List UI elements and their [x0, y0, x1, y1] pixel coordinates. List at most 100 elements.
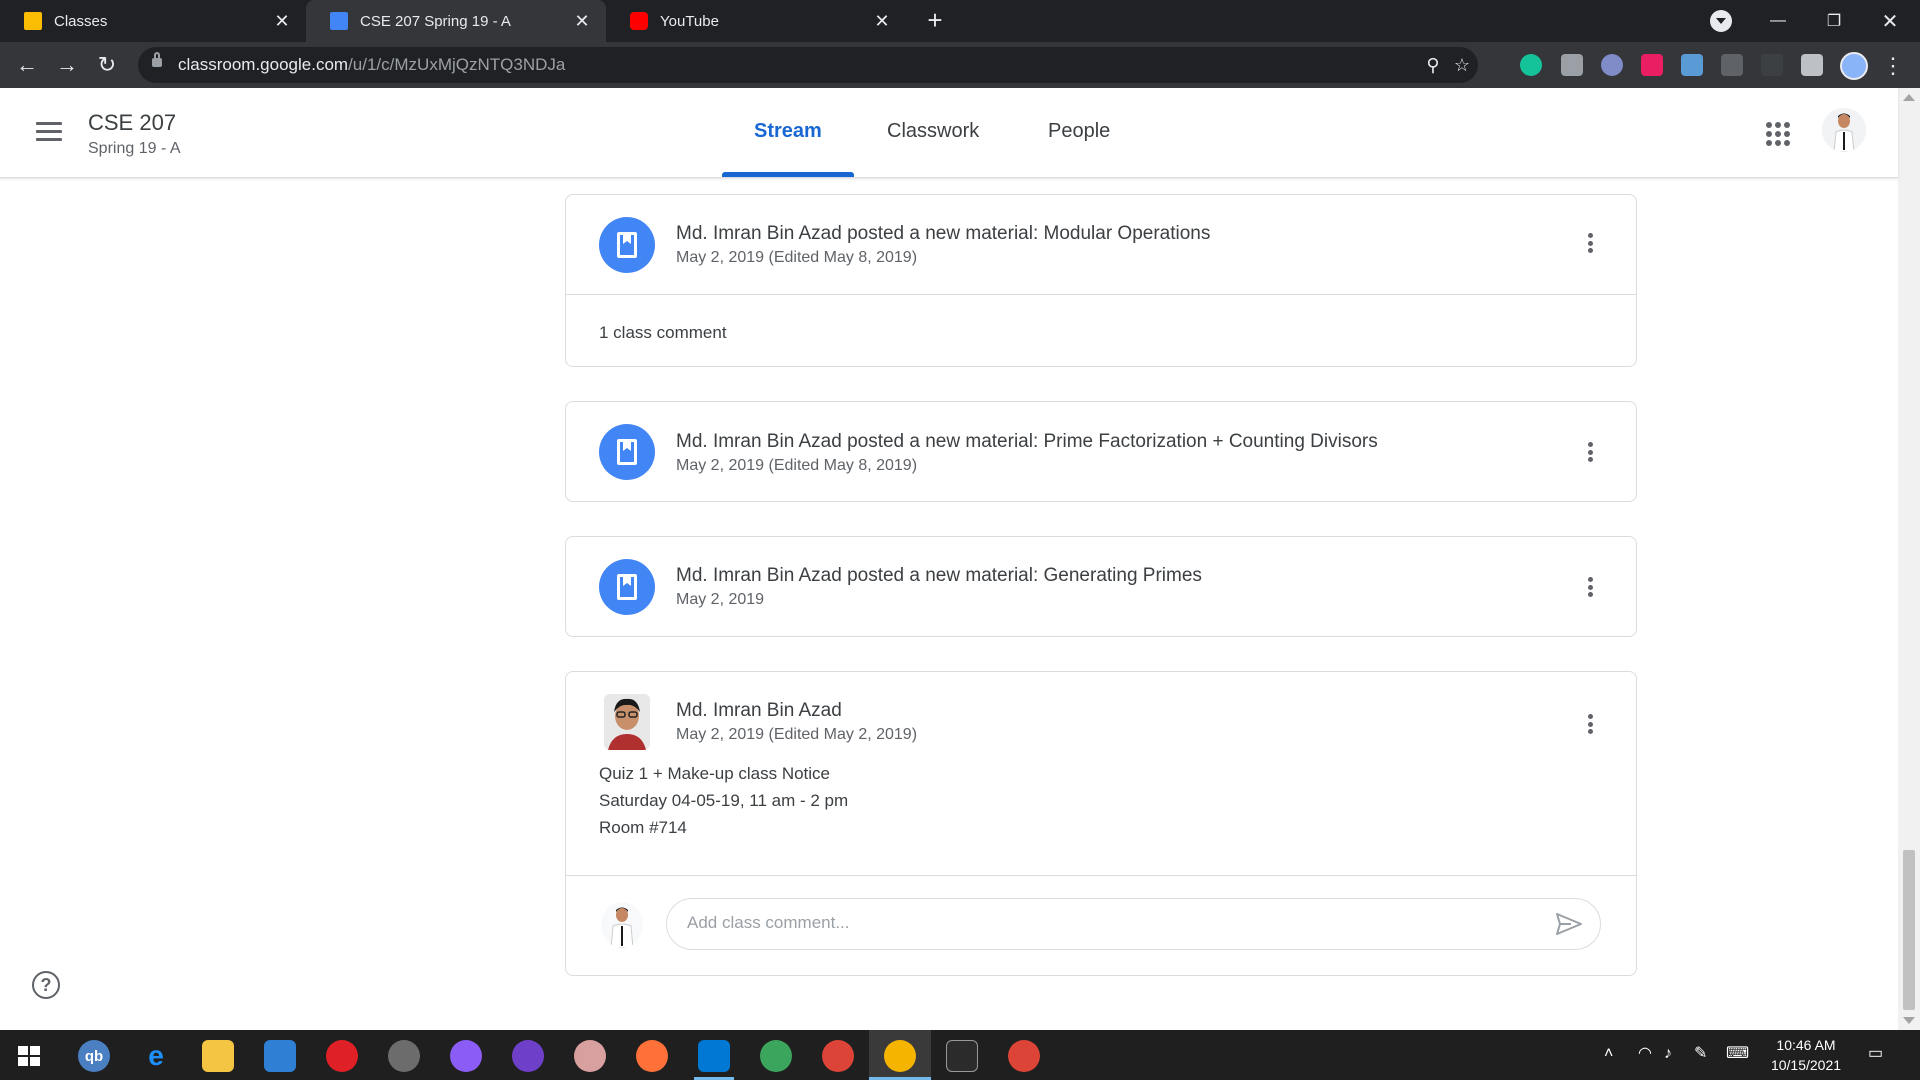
forward-icon[interactable]: →: [52, 50, 82, 80]
windows-taskbar: qb e ˄ ◠ ♪ ✎ ⌨ 10:46 AM 10/15/2021 ▭: [0, 1030, 1920, 1080]
close-icon[interactable]: ✕: [572, 11, 592, 31]
chevron-up-icon[interactable]: ˄: [1604, 1044, 1613, 1064]
notification-icon[interactable]: ▭: [1868, 1044, 1883, 1064]
browser-tab-cse207[interactable]: CSE 207 Spring 19 - A ✕: [306, 0, 606, 42]
keyboard-icon[interactable]: ⌨: [1726, 1044, 1749, 1064]
page-scrollbar[interactable]: [1898, 88, 1920, 1030]
announcement-text-line: Room #714: [599, 818, 687, 837]
help-icon[interactable]: ?: [32, 971, 60, 999]
material-icon: [599, 559, 655, 615]
more-vert-icon[interactable]: [1580, 229, 1600, 257]
announcement-card: Md. Imran Bin Azad May 2, 2019 (Edited M…: [565, 671, 1637, 976]
stream-post-card[interactable]: Md. Imran Bin Azad posted a new material…: [565, 194, 1637, 367]
close-icon[interactable]: ✕: [872, 11, 892, 31]
clock-date: 10/15/2021: [1770, 1057, 1842, 1073]
profile-avatar[interactable]: [1840, 52, 1868, 80]
class-section: Spring 19 - A: [88, 140, 181, 157]
window-close-icon[interactable]: ✕: [1862, 0, 1918, 42]
author-avatar: [604, 694, 650, 750]
tab-search-icon[interactable]: [1710, 10, 1732, 32]
download-extension-icon[interactable]: [1681, 54, 1703, 76]
more-vert-icon[interactable]: [1580, 710, 1600, 738]
grammarly-icon[interactable]: [1520, 54, 1542, 76]
post-title[interactable]: Md. Imran Bin Azad posted a new material…: [676, 223, 1210, 245]
system-clock[interactable]: 10:46 AM 10/15/2021: [1762, 1035, 1850, 1075]
play-extension-icon[interactable]: [1641, 54, 1663, 76]
screen-extension-icon[interactable]: [1721, 54, 1743, 76]
post-date: May 2, 2019 (Edited May 8, 2019): [676, 457, 918, 474]
scroll-up-icon[interactable]: [1903, 94, 1915, 101]
comment-box[interactable]: [666, 898, 1601, 950]
menu-icon[interactable]: [36, 122, 62, 142]
post-date: May 2, 2019 (Edited May 8, 2019): [676, 249, 918, 266]
close-icon[interactable]: ✕: [272, 11, 292, 31]
stream-post-card[interactable]: Md. Imran Bin Azad posted a new material…: [565, 401, 1637, 502]
app-icon[interactable]: [388, 1040, 420, 1072]
camera-extension-icon[interactable]: [1561, 54, 1583, 76]
tab-classwork[interactable]: Classwork: [887, 120, 979, 143]
tab-people[interactable]: People: [1048, 120, 1110, 143]
avatar: [601, 902, 643, 948]
bookmark-star-icon[interactable]: ☆: [1451, 54, 1473, 76]
announcement-text-line: Quiz 1 + Make-up class Notice: [599, 764, 831, 783]
avatar[interactable]: [1822, 108, 1866, 152]
post-title[interactable]: Md. Imran Bin Azad posted a new material…: [676, 431, 1378, 453]
classroom-header: CSE 207 Spring 19 - A Stream Classwork P…: [0, 88, 1898, 178]
minimize-icon[interactable]: —: [1750, 0, 1806, 42]
pen-icon[interactable]: ✎: [1694, 1044, 1707, 1064]
google-apps-icon[interactable]: [1766, 122, 1790, 146]
messenger-icon[interactable]: [450, 1040, 482, 1072]
back-icon[interactable]: ←: [12, 50, 42, 80]
opera-icon[interactable]: [326, 1040, 358, 1072]
vscode-icon[interactable]: [698, 1040, 730, 1072]
mail-icon[interactable]: [264, 1040, 296, 1072]
author-name[interactable]: Md. Imran Bin Azad: [676, 700, 842, 722]
qbittorrent-icon[interactable]: qb: [78, 1040, 110, 1072]
browser-toolbar: ← → ↻ classroom.google.com/u/1/c/MzUxMjQ…: [0, 42, 1920, 88]
class-title[interactable]: CSE 207: [88, 110, 176, 136]
more-vert-icon[interactable]: [1580, 573, 1600, 601]
lock-icon: [152, 52, 162, 67]
extension-icon[interactable]: [1601, 54, 1623, 76]
app-icon[interactable]: [760, 1040, 792, 1072]
github-icon[interactable]: [512, 1040, 544, 1072]
url-text[interactable]: classroom.google.com/u/1/c/MzUxMjQzNTQ3N…: [178, 55, 565, 75]
scroll-down-icon[interactable]: [1903, 1017, 1915, 1024]
edge-icon[interactable]: e: [140, 1040, 172, 1072]
pen-extension-icon[interactable]: [1761, 54, 1783, 76]
reload-icon[interactable]: ↻: [92, 50, 122, 80]
post-date: May 2, 2019 (Edited May 2, 2019): [676, 726, 918, 743]
chrome-icon[interactable]: [884, 1040, 916, 1072]
new-tab-icon[interactable]: +: [922, 7, 948, 34]
firefox-icon[interactable]: [636, 1040, 668, 1072]
classroom-icon: [330, 12, 348, 30]
address-bar[interactable]: classroom.google.com/u/1/c/MzUxMjQzNTQ3N…: [138, 47, 1478, 83]
tab-stream[interactable]: Stream: [754, 120, 822, 143]
scroll-thumb[interactable]: [1903, 850, 1915, 1010]
more-vert-icon[interactable]: ⋮: [1882, 52, 1904, 80]
volume-icon[interactable]: ♪: [1664, 1044, 1672, 1064]
app-icon[interactable]: [574, 1040, 606, 1072]
more-vert-icon[interactable]: [1580, 438, 1600, 466]
chrome-icon[interactable]: [822, 1040, 854, 1072]
terminal-icon[interactable]: [946, 1040, 978, 1072]
file-explorer-icon[interactable]: [202, 1040, 234, 1072]
zoom-icon[interactable]: ⚲: [1422, 54, 1444, 76]
wifi-icon[interactable]: ◠: [1638, 1044, 1652, 1064]
divider: [566, 294, 1636, 295]
classroom-icon: [24, 12, 42, 30]
stream-post-card[interactable]: Md. Imran Bin Azad posted a new material…: [565, 536, 1637, 637]
tab-title: YouTube: [660, 12, 719, 30]
browser-tab-youtube[interactable]: YouTube ✕: [606, 0, 906, 42]
class-comment-input[interactable]: [687, 913, 1527, 933]
restore-icon[interactable]: ❐: [1806, 0, 1862, 42]
windows-start-icon[interactable]: [18, 1046, 40, 1066]
youtube-icon: [630, 12, 648, 30]
class-comment-link[interactable]: 1 class comment: [599, 323, 727, 343]
puzzle-icon[interactable]: [1801, 54, 1823, 76]
send-icon[interactable]: [1555, 912, 1583, 936]
browser-tab-classes[interactable]: Classes ✕: [0, 0, 306, 42]
post-title[interactable]: Md. Imran Bin Azad posted a new material…: [676, 565, 1202, 587]
chrome-icon[interactable]: [1008, 1040, 1040, 1072]
material-icon: [599, 424, 655, 480]
